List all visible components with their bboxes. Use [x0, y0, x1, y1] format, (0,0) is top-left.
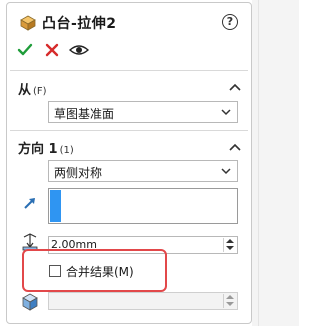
separator: [10, 130, 248, 131]
cancel-x-icon[interactable]: [44, 42, 60, 58]
chevron-down-icon: [221, 109, 231, 116]
section-from-title: 从: [18, 83, 32, 98]
checkmark-icon[interactable]: [17, 42, 33, 58]
property-manager-frame: 凸台-拉伸2 ? 从 (F) 草图基准面 方向 1 (1) 两侧对称 2.00m…: [0, 0, 299, 326]
section-from-key: (F): [33, 86, 47, 97]
depth-spinner[interactable]: [223, 238, 236, 252]
separator: [10, 70, 248, 71]
start-condition-value: 草图基准面: [54, 107, 115, 121]
draft-angle-spinner[interactable]: [223, 294, 236, 308]
draft-cube-icon[interactable]: [20, 292, 40, 312]
section-direction1-header[interactable]: 方向 1 (1): [18, 138, 74, 157]
section-direction1-title: 方向 1: [18, 142, 58, 157]
spin-up-icon[interactable]: [226, 239, 234, 243]
spin-up-icon[interactable]: [226, 295, 234, 299]
extrude-boss-icon: [20, 15, 36, 31]
spin-down-icon[interactable]: [226, 246, 234, 250]
start-condition-select[interactable]: 草图基准面: [48, 101, 238, 123]
chevron-up-icon[interactable]: [228, 82, 242, 92]
section-direction1-key: (1): [59, 145, 74, 156]
draft-angle-input[interactable]: [48, 292, 238, 310]
graphics-area-strip: [252, 0, 299, 326]
chevron-down-icon: [221, 168, 231, 175]
eye-icon[interactable]: [69, 43, 89, 57]
list-selection-indicator: [50, 190, 61, 222]
end-condition-select[interactable]: 两侧对称: [48, 160, 238, 182]
direction-reference-list[interactable]: [48, 188, 238, 224]
section-from-header[interactable]: 从 (F): [18, 79, 47, 98]
spin-down-icon[interactable]: [226, 302, 234, 306]
graphics-area-divider: [258, 0, 259, 326]
feature-title: 凸台-拉伸2: [42, 16, 117, 32]
annotation-highlight: [22, 249, 167, 292]
chevron-up-icon[interactable]: [228, 142, 242, 152]
help-icon[interactable]: ?: [222, 14, 238, 30]
end-condition-value: 两侧对称: [54, 166, 103, 180]
direction-arrow-icon[interactable]: [22, 195, 38, 211]
